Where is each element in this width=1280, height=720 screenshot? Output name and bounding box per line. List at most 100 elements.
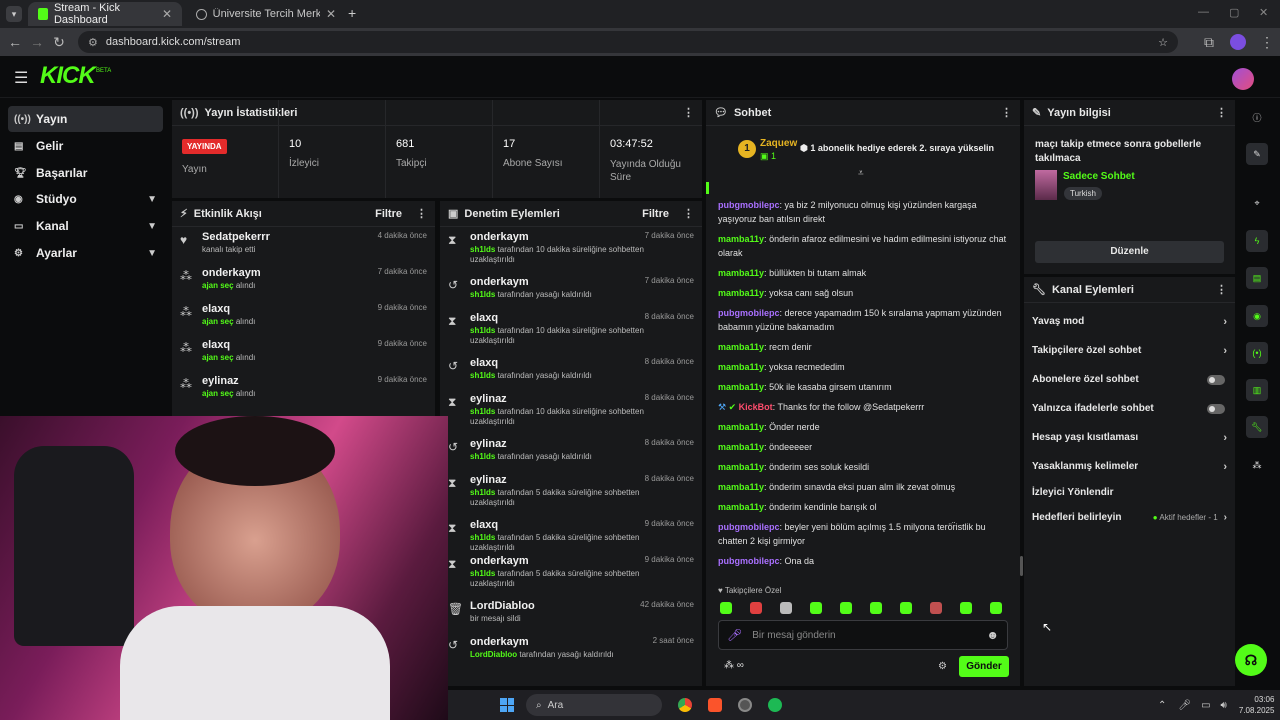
chat-username[interactable]: mamba11y: [718, 482, 764, 492]
toggle-switch[interactable]: [1207, 374, 1225, 385]
channel-action-row[interactable]: Yasaklanmış kelimeler ›: [1024, 452, 1235, 481]
brave-icon[interactable]: [708, 698, 722, 712]
spotify-icon[interactable]: [768, 698, 782, 712]
emote-7-icon[interactable]: [900, 602, 912, 614]
event-actor[interactable]: LordDiabloo: [470, 650, 517, 659]
chat-username[interactable]: mamba11y: [718, 234, 764, 244]
channel-action-row[interactable]: Abonelere özel sohbet: [1024, 365, 1235, 394]
event-row[interactable]: ♥ Sedatpekerrr kanalı takip etti 4 dakika ö…: [172, 227, 435, 263]
event-actor[interactable]: ajan seç: [202, 281, 234, 290]
event-username[interactable]: eylinaz: [202, 375, 378, 387]
event-username[interactable]: onderkaym: [470, 636, 653, 648]
channel-action-row[interactable]: Yalnızca ifadelerle sohbet: [1024, 394, 1235, 423]
more-options-icon[interactable]: ⋮: [1216, 106, 1227, 119]
event-row[interactable]: ⁂ onderkaym ajan seç alındı 7 dakika önce: [172, 263, 435, 299]
more-options-icon[interactable]: ⋮: [416, 207, 427, 220]
filter-button[interactable]: Filtre: [642, 208, 669, 220]
forward-icon[interactable]: →: [26, 34, 48, 50]
filter-button[interactable]: Filtre: [375, 208, 402, 220]
event-username[interactable]: onderkaym: [202, 267, 378, 279]
maximize-button[interactable]: ▢: [1229, 6, 1239, 19]
taskbar-clock[interactable]: 03:06 7.08.2025: [1239, 694, 1275, 716]
kick-logo[interactable]: KICK: [40, 62, 96, 90]
bookmark-star-icon[interactable]: ☆: [1158, 36, 1168, 49]
event-actor[interactable]: sh1lds: [470, 569, 495, 578]
chat-username[interactable]: mamba11y: [718, 382, 764, 392]
tab-universite[interactable]: Üniversite Tercih Merkezi | Üniv ✕: [186, 2, 346, 26]
emote-4-icon[interactable]: [810, 602, 822, 614]
site-info-icon[interactable]: ⚙: [88, 36, 98, 49]
target-icon[interactable]: ⌖: [1246, 192, 1268, 214]
sidebar-item-yayin[interactable]: ((•)) Yayın: [8, 106, 163, 132]
event-row[interactable]: ⧗ eylinaz sh1lds tarafından 5 dakika sürel…: [440, 470, 702, 515]
url-input[interactable]: ⚙ dashboard.kick.com/stream ☆: [78, 31, 1178, 53]
avatar[interactable]: [1232, 68, 1254, 90]
emote-6-icon[interactable]: [870, 602, 882, 614]
emote-1-icon[interactable]: [720, 602, 732, 614]
chat-username[interactable]: mamba11y: [718, 362, 764, 372]
pinned-user[interactable]: Zaquew: [760, 138, 797, 149]
channel-action-row[interactable]: Takipçilere özel sohbet ›: [1024, 336, 1235, 365]
channel-action-row[interactable]: Hedefleri belirleyin ● Aktif hedefler - 1…: [1024, 503, 1235, 532]
chat-username[interactable]: mamba11y: [718, 462, 764, 472]
chat-username[interactable]: pubgmobilepc: [718, 200, 780, 210]
chat-input[interactable]: 🎤︎ Bir mesaj gönderin ☻: [718, 620, 1008, 650]
event-username[interactable]: eylinaz: [470, 393, 645, 405]
event-row[interactable]: ⁂ elaxq ajan seç alındı 9 dakika önce: [172, 299, 435, 335]
event-username[interactable]: onderkaym: [470, 276, 645, 288]
sidebar-item-ayarlar[interactable]: ⚙ Ayarlar ▼: [8, 240, 163, 266]
collapse-pinned-icon[interactable]: ⩡: [858, 168, 864, 179]
chat-username[interactable]: mamba11y: [718, 442, 764, 452]
layout-icon[interactable]: ▥: [1246, 379, 1268, 401]
event-row[interactable]: ⁂ elaxq ajan seç alındı 9 dakika önce: [172, 335, 435, 371]
event-actor[interactable]: sh1lds: [470, 488, 495, 497]
close-tab-icon[interactable]: ✕: [326, 7, 336, 21]
event-username[interactable]: elaxq: [470, 357, 645, 369]
event-username[interactable]: elaxq: [202, 339, 378, 351]
event-row[interactable]: 🗑︎ LordDiabloo bir mesajı sildi 42 dakika ö…: [440, 596, 702, 632]
obs-icon[interactable]: [738, 698, 752, 712]
chat-scrollbar[interactable]: [1020, 556, 1023, 576]
profile-icon[interactable]: [1230, 34, 1246, 50]
reload-icon[interactable]: ↻: [48, 34, 70, 51]
event-row[interactable]: ⁂ eylinaz ajan seç alındı 9 dakika önce: [172, 371, 435, 407]
chat-username[interactable]: mamba11y: [718, 422, 764, 432]
sidebar-item-studyo[interactable]: ◉ Stüdyo ▼: [8, 186, 163, 212]
event-row[interactable]: ↺ onderkaym sh1lds tarafından yasağı kaldı…: [440, 272, 702, 308]
channel-action-row[interactable]: İzleyici Yönlendir: [1024, 481, 1235, 503]
event-row[interactable]: ↺ eylinaz sh1lds tarafından yasağı kaldırı…: [440, 434, 702, 470]
event-username[interactable]: onderkaym: [470, 231, 645, 243]
emote-2-icon[interactable]: [750, 602, 762, 614]
event-username[interactable]: Sedatpekerrr: [202, 231, 378, 243]
event-actor[interactable]: ajan seç: [202, 353, 234, 362]
more-options-icon[interactable]: ⋮: [683, 207, 694, 220]
tab-list-button[interactable]: ▾: [6, 6, 22, 22]
microphone-icon[interactable]: 🎤︎: [1178, 700, 1191, 711]
emote-5-icon[interactable]: [840, 602, 852, 614]
channel-action-row[interactable]: Yavaş mod ›: [1024, 307, 1235, 336]
event-username[interactable]: eylinaz: [470, 474, 645, 486]
close-tab-icon[interactable]: ✕: [162, 7, 172, 21]
event-row[interactable]: ⧗ onderkaym sh1lds tarafından 10 dakika sü…: [440, 227, 702, 272]
hamburger-menu-icon[interactable]: ☰: [14, 68, 28, 88]
event-actor[interactable]: sh1lds: [470, 407, 495, 416]
chat-username[interactable]: KickBot: [739, 402, 773, 412]
event-username[interactable]: onderkaym: [470, 555, 645, 567]
category-link[interactable]: Sadece Sohbet: [1063, 171, 1135, 182]
lightning-icon[interactable]: ϟ: [1246, 230, 1268, 252]
send-button[interactable]: Gönder: [959, 656, 1009, 677]
event-username[interactable]: elaxq: [202, 303, 378, 315]
windows-start-icon[interactable]: [500, 698, 514, 712]
kick-points[interactable]: ⁂ ∞: [724, 660, 744, 671]
support-headset-icon[interactable]: ☊: [1235, 644, 1267, 676]
document-icon[interactable]: ▤: [1246, 267, 1268, 289]
event-row[interactable]: ⧗ elaxq sh1lds tarafından 5 dakika süreliğ…: [440, 515, 702, 552]
event-row[interactable]: ⧗ onderkaym sh1lds tarafından 5 dakika sür…: [440, 551, 702, 596]
chat-username[interactable]: pubgmobilepc: [718, 522, 780, 532]
event-username[interactable]: elaxq: [470, 519, 645, 531]
chat-username[interactable]: pubgmobilepc: [718, 556, 780, 566]
volume-icon[interactable]: 🔊︎: [1221, 700, 1227, 711]
event-username[interactable]: LordDiabloo: [470, 600, 640, 612]
chat-username[interactable]: mamba11y: [718, 288, 764, 298]
event-actor[interactable]: sh1lds: [470, 245, 495, 254]
